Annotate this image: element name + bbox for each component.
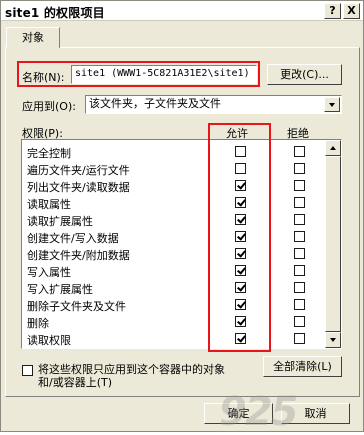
close-button[interactable]: X (343, 3, 360, 19)
scroll-up-button[interactable] (325, 140, 341, 156)
permissions-scrollbar[interactable] (325, 140, 341, 348)
name-field[interactable]: site1 (WWW1-5C821A31E2\site1) (71, 65, 257, 84)
deny-checkbox[interactable] (294, 180, 305, 191)
tab-object[interactable]: 对象 (6, 27, 60, 48)
change-button[interactable]: 更改(C)... (267, 64, 342, 85)
scroll-down-button[interactable] (325, 332, 341, 348)
permission-row: 读取权限 (22, 330, 322, 347)
permission-row: 读取属性 (22, 194, 322, 211)
allow-checkbox[interactable] (235, 214, 246, 225)
allow-checkbox[interactable] (235, 282, 246, 293)
permission-entry-dialog: site1 的权限项目 ? X 对象 名称(N): site1 (WWW1-5C… (0, 0, 364, 435)
deny-checkbox[interactable] (294, 316, 305, 327)
apply-only-label-line2: 和/或容器上(T) (38, 376, 113, 389)
chevron-down-icon[interactable] (324, 97, 340, 112)
permission-row: 读取扩展属性 (22, 211, 322, 228)
allow-checkbox[interactable] (235, 163, 246, 174)
allow-checkbox[interactable] (235, 333, 246, 344)
deny-checkbox[interactable] (294, 265, 305, 276)
deny-checkbox[interactable] (294, 299, 305, 310)
deny-checkbox[interactable] (294, 197, 305, 208)
deny-checkbox[interactable] (294, 231, 305, 242)
apply-to-label: 应用到(O): (22, 100, 76, 113)
permission-row: 删除子文件夹及文件 (22, 296, 322, 313)
permission-name: 创建文件/写入数据 (27, 232, 119, 245)
permission-name: 完全控制 (27, 147, 71, 160)
permission-row: 列出文件夹/读取数据 (22, 177, 322, 194)
apply-only-checkbox[interactable] (22, 365, 33, 376)
permission-name: 读取扩展属性 (27, 215, 93, 228)
allow-checkbox[interactable] (235, 197, 246, 208)
permissions-list: 完全控制遍历文件夹/运行文件 列出文件夹/读取数据 读取属性读取扩展属性创建文件/写… (21, 139, 342, 349)
allow-checkbox[interactable] (235, 180, 246, 191)
permission-row: 写入扩展属性 (22, 279, 322, 296)
permission-name: 列出文件夹/读取数据 (27, 181, 130, 194)
permission-row: 创建文件夹/附加数据 (22, 245, 322, 262)
deny-checkbox[interactable] (294, 214, 305, 225)
allow-checkbox[interactable] (235, 316, 246, 327)
permission-name: 删除子文件夹及文件 (27, 300, 126, 313)
permission-name: 删除 (27, 317, 49, 330)
permission-name: 读取属性 (27, 198, 71, 211)
permission-name: 遍历文件夹/运行文件 (27, 164, 130, 177)
apply-to-select[interactable]: 该文件夹，子文件夹及文件 (85, 95, 342, 114)
permission-name: 写入属性 (27, 266, 71, 279)
permission-row: 创建文件/写入数据 (22, 228, 322, 245)
allow-checkbox[interactable] (235, 146, 246, 157)
allow-checkbox[interactable] (235, 231, 246, 242)
deny-checkbox[interactable] (294, 282, 305, 293)
permission-name: 读取权限 (27, 334, 71, 347)
deny-checkbox[interactable] (294, 248, 305, 259)
title-bar: site1 的权限项目 ? X (1, 1, 363, 21)
window-title: site1 的权限项目 (5, 6, 105, 20)
permission-row: 写入属性 (22, 262, 322, 279)
deny-checkbox[interactable] (294, 333, 305, 344)
cancel-button[interactable]: 取消 (281, 403, 350, 424)
deny-checkbox[interactable] (294, 146, 305, 157)
permission-name: 创建文件夹/附加数据 (27, 249, 130, 262)
name-label: 名称(N): (22, 71, 65, 84)
permission-row: 遍历文件夹/运行文件 (22, 160, 322, 177)
clear-all-button[interactable]: 全部清除(L) (263, 356, 342, 377)
help-button[interactable]: ? (324, 3, 341, 19)
allow-checkbox[interactable] (235, 265, 246, 276)
apply-to-value: 该文件夹，子文件夹及文件 (89, 97, 221, 110)
ok-button[interactable]: 确定 (204, 403, 273, 424)
permission-row: 删除 (22, 313, 322, 330)
permission-name: 写入扩展属性 (27, 283, 93, 296)
allow-checkbox[interactable] (235, 248, 246, 259)
permission-row: 完全控制 (22, 143, 322, 160)
deny-checkbox[interactable] (294, 163, 305, 174)
scroll-thumb[interactable] (325, 156, 341, 332)
allow-checkbox[interactable] (235, 299, 246, 310)
